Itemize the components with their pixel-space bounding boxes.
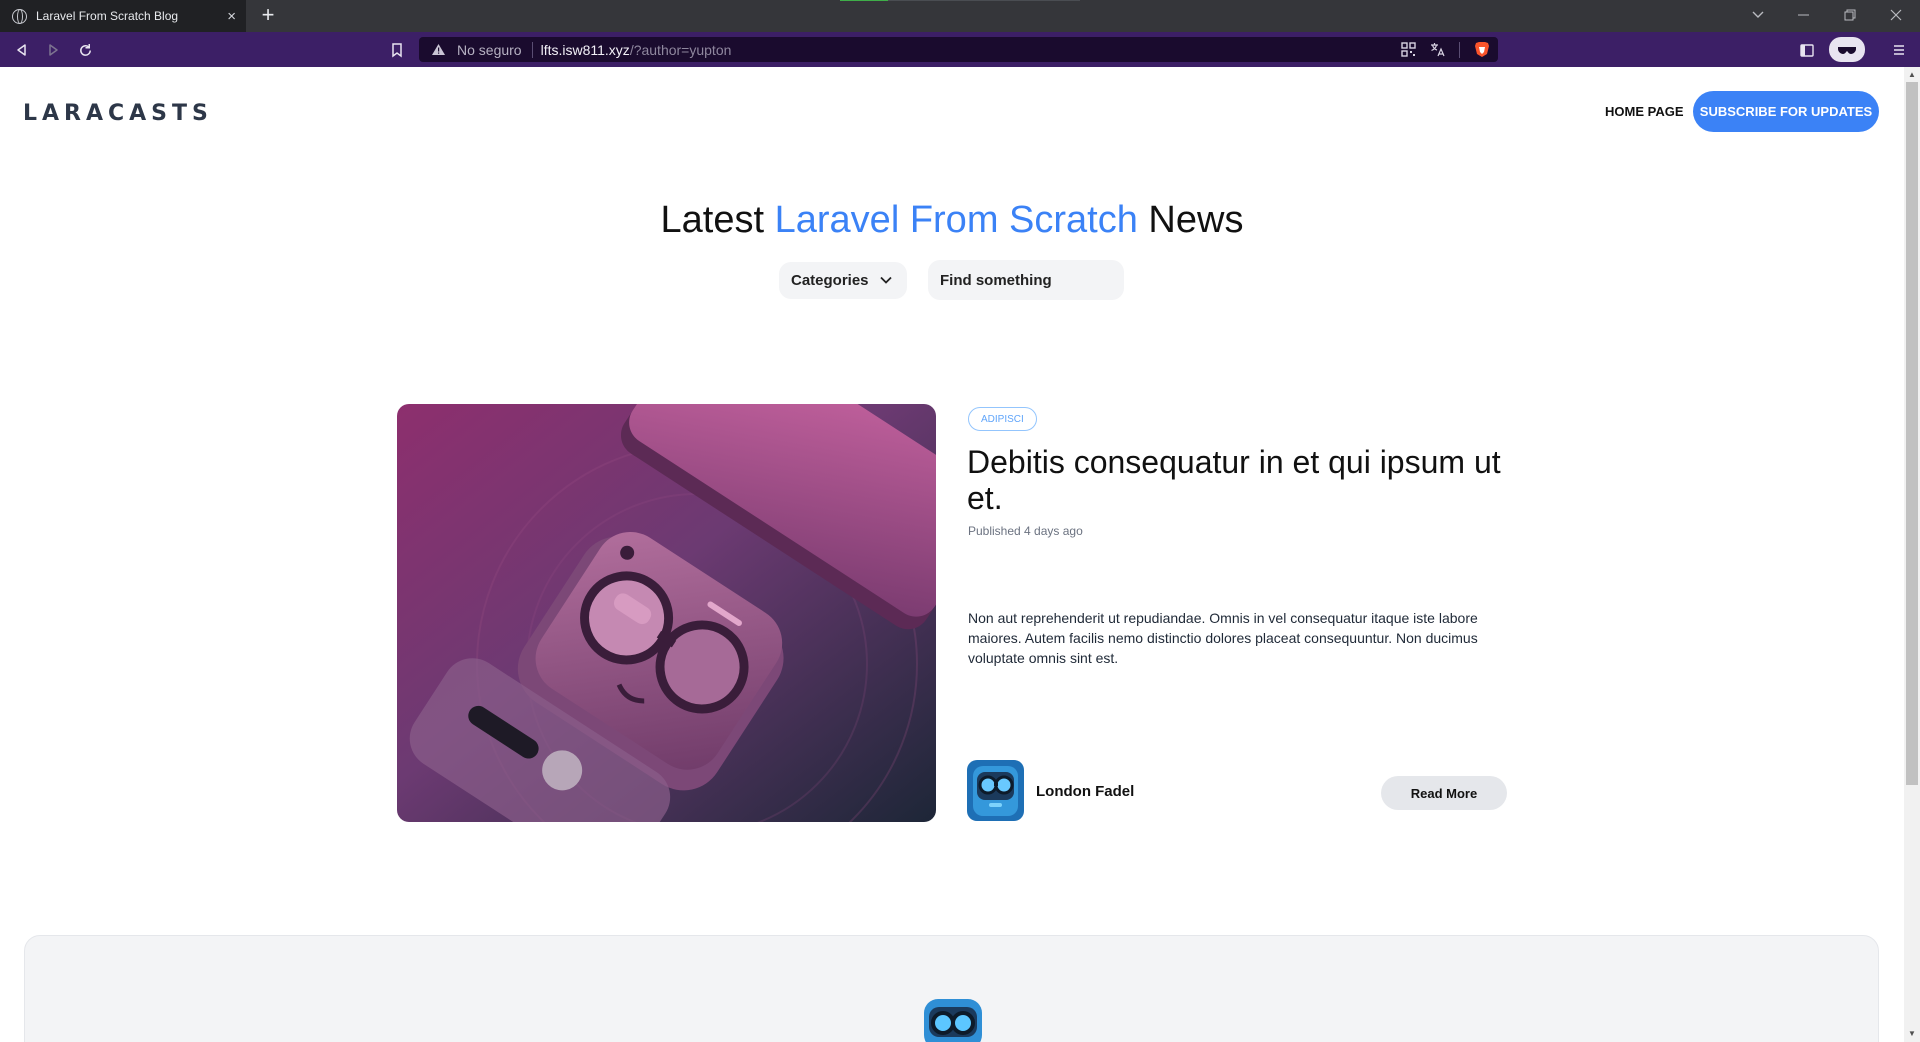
omnibox-divider <box>1459 41 1460 58</box>
page-title-prefix: Latest <box>660 199 765 241</box>
sidebar-icon <box>1800 43 1814 57</box>
forward-icon <box>49 44 58 56</box>
page: LARACASTS HOME PAGE SUBSCRIBE FOR UPDATE… <box>0 67 1904 1042</box>
search-input[interactable] <box>928 260 1124 300</box>
logo-text: LARACASTS <box>23 101 213 126</box>
scroll-up-arrow[interactable]: ▲ <box>1906 69 1918 81</box>
back-icon <box>17 44 26 56</box>
nav-home-link[interactable]: HOME PAGE <box>1605 104 1684 119</box>
translate-icon[interactable] <box>1430 42 1445 57</box>
minimize-button[interactable] <box>1782 0 1826 30</box>
newsletter-mascot-image <box>916 997 990 1042</box>
page-title: Latest Laravel From Scratch News <box>0 199 1904 242</box>
close-window-button[interactable] <box>1874 0 1918 30</box>
globe-icon <box>12 8 27 24</box>
warning-icon[interactable] <box>431 42 447 58</box>
categories-label: Categories <box>791 272 869 289</box>
new-tab-button[interactable]: + <box>256 3 280 27</box>
menu-icon <box>1894 45 1904 55</box>
omnibox-actions <box>1401 37 1490 62</box>
read-more-button[interactable]: Read More <box>1381 776 1507 810</box>
tab-title: Laravel From Scratch Blog <box>36 9 179 23</box>
bookmark-button[interactable] <box>386 39 408 61</box>
laracasts-logo[interactable]: LARACASTS <box>23 101 213 126</box>
subscribe-button[interactable]: SUBSCRIBE FOR UPDATES <box>1693 91 1879 132</box>
brave-shield-icon[interactable] <box>1474 41 1490 58</box>
url-path: /?author=yupton <box>629 41 732 58</box>
back-button[interactable] <box>11 39 33 61</box>
category-tag[interactable]: ADIPISCI <box>968 407 1037 431</box>
page-title-accent: Laravel From Scratch <box>774 199 1138 241</box>
published-date: Published 4 days ago <box>968 524 1083 538</box>
filter-bar: Categories <box>779 260 1124 300</box>
avatar <box>967 760 1024 821</box>
qr-icon[interactable] <box>1401 42 1416 57</box>
author-name[interactable]: London Fadel <box>1036 783 1134 800</box>
scrollbar-thumb[interactable] <box>1906 82 1918 785</box>
scroll-down-arrow[interactable]: ▼ <box>1906 1028 1918 1040</box>
article-title[interactable]: Debitis consequatur in et qui ipsum ut e… <box>967 444 1532 516</box>
article-excerpt: Non aut reprehenderit ut repudiandae. Om… <box>968 610 1478 666</box>
categories-dropdown[interactable]: Categories <box>779 262 907 299</box>
address-bar[interactable]: No seguro lfts.isw811.xyz/?author=yupton <box>419 37 1498 62</box>
loading-indicator <box>840 0 1080 1</box>
glasses-icon <box>1838 46 1856 54</box>
article-thumbnail[interactable] <box>397 404 936 822</box>
restore-button[interactable] <box>1828 0 1872 30</box>
tab-search-button[interactable] <box>1736 0 1780 30</box>
security-label[interactable]: No seguro <box>457 42 522 58</box>
menu-button[interactable] <box>1888 39 1910 61</box>
omnibox-divider <box>531 41 533 58</box>
bookmark-icon <box>392 42 402 57</box>
page-title-suffix: News <box>1148 199 1244 241</box>
browser-tab-bar: Laravel From Scratch Blog × + <box>0 0 1920 32</box>
browser-tab[interactable]: Laravel From Scratch Blog × <box>0 0 246 32</box>
chevron-down-icon <box>880 271 892 288</box>
forward-button[interactable] <box>42 39 64 61</box>
reload-icon <box>79 43 91 56</box>
sidebar-button[interactable] <box>1796 39 1818 61</box>
reload-button[interactable] <box>74 39 96 61</box>
url-host: lfts.isw811.xyz <box>540 41 630 58</box>
tab-close-button[interactable]: × <box>227 9 236 24</box>
profile-button[interactable] <box>1829 37 1865 62</box>
